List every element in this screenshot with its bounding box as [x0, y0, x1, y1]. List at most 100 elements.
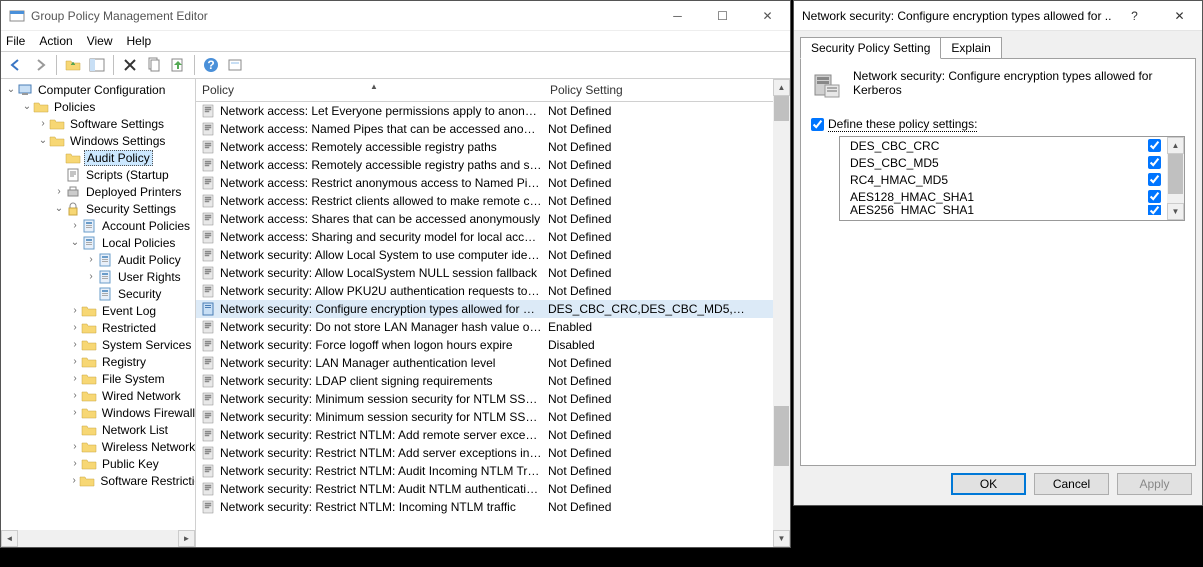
tree-item[interactable]: ›Software Restriction [1, 472, 195, 489]
scroll-down-button[interactable]: ▼ [773, 530, 790, 547]
back-button[interactable] [5, 54, 27, 76]
up-button[interactable] [62, 54, 84, 76]
dialog-close-button[interactable]: ✕ [1157, 1, 1202, 31]
enc-type-item[interactable]: DES_CBC_MD5 [840, 154, 1167, 171]
enc-type-checkbox[interactable] [1148, 205, 1161, 215]
list-vscrollbar[interactable]: ▲ ▼ [773, 79, 790, 547]
policy-row[interactable]: Network access: Shares that can be acces… [196, 210, 773, 228]
policy-row[interactable]: Network security: Allow LocalSystem NULL… [196, 264, 773, 282]
tree-item[interactable]: ›Wired Network [1, 387, 195, 404]
policy-row[interactable]: Network security: LDAP client signing re… [196, 372, 773, 390]
policy-row[interactable]: Network security: Force logoff when logo… [196, 336, 773, 354]
expand-icon[interactable]: ⌄ [37, 135, 49, 146]
tree-item[interactable]: ›Wireless Network [1, 438, 195, 455]
tab-explain[interactable]: Explain [940, 37, 1001, 59]
expand-icon[interactable]: ⌄ [53, 203, 65, 214]
scrollbar-thumb[interactable] [774, 96, 789, 121]
expand-icon[interactable]: › [69, 339, 81, 350]
tree-item[interactable]: ⌄Local Policies [1, 234, 195, 251]
tab-security-policy-setting[interactable]: Security Policy Setting [800, 37, 941, 59]
close-button[interactable]: ✕ [745, 1, 790, 31]
ok-button[interactable]: OK [951, 473, 1026, 495]
menu-file[interactable]: File [6, 34, 25, 48]
enc-type-item[interactable]: DES_CBC_CRC [840, 137, 1167, 154]
tree-item[interactable]: Audit Policy [1, 149, 195, 166]
policy-row[interactable]: Network security: Restrict NTLM: Audit I… [196, 462, 773, 480]
properties-button[interactable] [143, 54, 165, 76]
expand-icon[interactable]: › [85, 254, 97, 265]
maximize-button[interactable]: ☐ [700, 1, 745, 31]
titlebar[interactable]: Group Policy Management Editor ─ ☐ ✕ [1, 1, 790, 31]
policy-row[interactable]: Network security: Minimum session securi… [196, 390, 773, 408]
enc-vscrollbar[interactable]: ▲ ▼ [1167, 137, 1184, 220]
scroll-up-button[interactable]: ▲ [773, 79, 790, 96]
scrollbar-thumb[interactable] [774, 406, 789, 466]
tree-item[interactable]: ›Audit Policy [1, 251, 195, 268]
policy-row[interactable]: Network access: Named Pipes that can be … [196, 120, 773, 138]
show-hide-button[interactable] [86, 54, 108, 76]
policy-row[interactable]: Network security: LAN Manager authentica… [196, 354, 773, 372]
policy-row[interactable]: Network security: Restrict NTLM: Incomin… [196, 498, 773, 516]
expand-icon[interactable]: › [69, 407, 81, 418]
tree-item[interactable]: Scripts (Startup [1, 166, 195, 183]
enc-type-checkbox[interactable] [1148, 139, 1161, 152]
menu-action[interactable]: Action [39, 34, 72, 48]
tree-item[interactable]: ⌄Policies [1, 98, 195, 115]
policy-row[interactable]: Network security: Restrict NTLM: Audit N… [196, 480, 773, 498]
tree-item[interactable]: Security [1, 285, 195, 302]
delete-button[interactable] [119, 54, 141, 76]
expand-icon[interactable]: › [69, 441, 81, 452]
tree-item[interactable]: ›Restricted [1, 319, 195, 336]
tree-item[interactable]: ›Event Log [1, 302, 195, 319]
policy-row[interactable]: Network access: Let Everyone permissions… [196, 102, 773, 120]
scrollbar-thumb[interactable] [1168, 154, 1183, 194]
menu-view[interactable]: View [87, 34, 113, 48]
scroll-right-button[interactable]: ► [178, 530, 195, 547]
scroll-down-button[interactable]: ▼ [1167, 203, 1184, 220]
policy-row[interactable]: Network security: Minimum session securi… [196, 408, 773, 426]
expand-icon[interactable]: › [69, 220, 81, 231]
tree-item[interactable]: ⌄Security Settings [1, 200, 195, 217]
expand-icon[interactable]: › [37, 118, 49, 129]
tree-item[interactable]: ›Public Key [1, 455, 195, 472]
policy-row[interactable]: Network security: Restrict NTLM: Add rem… [196, 426, 773, 444]
minimize-button[interactable]: ─ [655, 1, 700, 31]
tree-item[interactable]: ›File System [1, 370, 195, 387]
policy-row[interactable]: Network access: Remotely accessible regi… [196, 156, 773, 174]
dialog-help-button[interactable]: ? [1112, 1, 1157, 31]
filter-button[interactable] [224, 54, 246, 76]
policy-row[interactable]: Network security: Allow PKU2U authentica… [196, 282, 773, 300]
tree-item[interactable]: ›Windows Firewall [1, 404, 195, 421]
policy-row[interactable]: Network security: Configure encryption t… [196, 300, 773, 318]
enc-type-item[interactable]: AES128_HMAC_SHA1 [840, 188, 1167, 205]
menu-help[interactable]: Help [127, 34, 152, 48]
scroll-left-button[interactable]: ◄ [1, 530, 18, 547]
expand-icon[interactable]: ⌄ [5, 84, 17, 95]
enc-type-checkbox[interactable] [1148, 190, 1161, 203]
setting-column-header[interactable]: Policy Setting [544, 83, 629, 97]
expand-icon[interactable]: › [69, 458, 81, 469]
enc-type-item[interactable]: AES256_HMAC_SHA1 [840, 205, 1167, 215]
tree-item[interactable]: ⌄Windows Settings [1, 132, 195, 149]
cancel-button[interactable]: Cancel [1034, 473, 1109, 495]
enc-type-checkbox[interactable] [1148, 173, 1161, 186]
expand-icon[interactable]: › [53, 186, 65, 197]
expand-icon[interactable]: › [69, 305, 81, 316]
apply-button[interactable]: Apply [1117, 473, 1192, 495]
enc-type-item[interactable]: RC4_HMAC_MD5 [840, 171, 1167, 188]
policy-row[interactable]: Network access: Remotely accessible regi… [196, 138, 773, 156]
help-button[interactable]: ? [200, 54, 222, 76]
tree-item[interactable]: ›Registry [1, 353, 195, 370]
expand-icon[interactable]: › [69, 322, 81, 333]
export-button[interactable] [167, 54, 189, 76]
forward-button[interactable] [29, 54, 51, 76]
enc-type-checkbox[interactable] [1148, 156, 1161, 169]
tree-item[interactable]: ›Deployed Printers [1, 183, 195, 200]
tree-item[interactable]: ›User Rights [1, 268, 195, 285]
tree-item[interactable]: ⌄Computer Configuration [1, 81, 195, 98]
policy-row[interactable]: Network access: Restrict clients allowed… [196, 192, 773, 210]
tree-item[interactable]: ›System Services [1, 336, 195, 353]
define-checkbox[interactable] [811, 118, 824, 131]
tree-item[interactable]: Network List [1, 421, 195, 438]
tree-hscrollbar[interactable]: ◄ ► [1, 530, 195, 547]
